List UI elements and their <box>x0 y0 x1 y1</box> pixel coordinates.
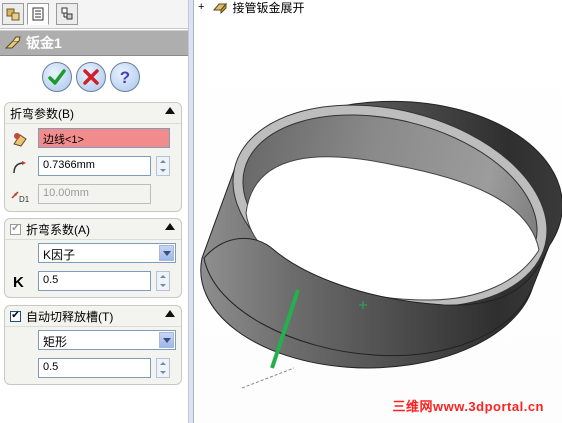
chevron-down-icon[interactable] <box>159 245 174 261</box>
relief-ratio-row: 0.5 <box>5 357 181 379</box>
fixed-edge-row: 边线<1> <box>5 127 181 149</box>
property-manager-panel: 钣金1 ? 折弯参数(B) 边线<1> 0.7366mm D1 10.00mm … <box>0 0 188 423</box>
configuration-manager-icon <box>61 7 73 20</box>
axis-triad-line <box>241 367 295 389</box>
bend-radius-row: 0.7366mm <box>5 155 181 177</box>
tab-bar <box>0 0 188 29</box>
feature-tree-icon <box>6 8 20 21</box>
dimension-d1-icon: D1 <box>9 185 31 205</box>
relief-type-row: 矩形 <box>5 329 181 351</box>
collapse-arrow-icon[interactable] <box>165 310 175 317</box>
sheet-metal-icon <box>4 36 21 49</box>
watermark-text: 三维网www.3dportal.cn <box>392 399 544 414</box>
fixed-edge-field[interactable]: 边线<1> <box>38 128 170 148</box>
tab-feature-tree[interactable] <box>2 3 24 25</box>
edge-select-icon <box>9 129 31 149</box>
k-factor-row: K 0.5 <box>5 270 181 292</box>
allowance-type-row: K因子 <box>5 242 181 264</box>
page-title: 钣金1 <box>26 35 62 51</box>
help-question-icon: ? <box>120 68 130 87</box>
bend-parameters-header[interactable]: 折弯参数(B) <box>5 103 181 124</box>
k-factor-input[interactable]: 0.5 <box>38 271 151 291</box>
disabled-dimension-field: 10.00mm <box>38 184 151 204</box>
bend-radius-input[interactable]: 0.7366mm <box>38 156 151 176</box>
graphics-viewport[interactable]: + 接管钣金展开 三维网www.3dportal.cn <box>194 0 562 423</box>
ok-button[interactable] <box>42 62 72 92</box>
allowance-type-value: K因子 <box>43 248 76 262</box>
bend-parameters-group: 折弯参数(B) 边线<1> 0.7366mm D1 10.00mm <box>4 102 182 212</box>
bend-radius-icon <box>9 157 31 177</box>
collapse-arrow-icon[interactable] <box>165 223 175 230</box>
bend-radius-spinner[interactable] <box>156 156 170 176</box>
help-button[interactable]: ? <box>110 62 140 92</box>
green-check-icon <box>48 69 66 85</box>
allowance-type-select[interactable]: K因子 <box>38 243 176 263</box>
auto-relief-checkbox[interactable]: ✔ <box>10 310 21 322</box>
bend-allowance-label: 折弯系数(A) <box>26 222 90 237</box>
relief-ratio-input[interactable]: 0.5 <box>38 358 151 378</box>
cancel-button[interactable] <box>76 62 106 92</box>
svg-text:?: ? <box>120 68 130 87</box>
bend-parameters-label: 折弯参数(B) <box>10 106 74 121</box>
bend-allowance-checkbox[interactable]: ✔ <box>10 223 21 235</box>
tab-configuration-manager[interactable] <box>56 3 78 25</box>
red-x-icon <box>83 69 99 85</box>
relief-type-select[interactable]: 矩形 <box>38 330 176 350</box>
chevron-down-icon[interactable] <box>159 332 174 348</box>
svg-text:D1: D1 <box>19 195 30 204</box>
property-manager-icon <box>32 7 44 21</box>
bend-allowance-header[interactable]: ✔ 折弯系数(A) <box>5 219 181 240</box>
auto-relief-header[interactable]: ✔ 自动切释放槽(T) <box>5 306 181 327</box>
sheet-metal-cylinder-model <box>200 100 562 389</box>
collapse-arrow-icon[interactable] <box>165 107 175 114</box>
auto-relief-group: ✔ 自动切释放槽(T) 矩形 0.5 <box>4 305 182 385</box>
bend-allowance-group: ✔ 折弯系数(A) K因子 K 0.5 <box>4 218 182 298</box>
relief-type-value: 矩形 <box>43 335 68 349</box>
feature-title-bar: 钣金1 <box>0 30 188 56</box>
auto-relief-label: 自动切释放槽(T) <box>26 309 114 324</box>
confirm-button-row: ? <box>42 62 140 92</box>
disabled-dimension-row: D1 10.00mm <box>5 183 181 205</box>
k-factor-label: K <box>13 273 24 291</box>
relief-ratio-spinner[interactable] <box>156 358 170 378</box>
k-factor-spinner[interactable] <box>156 271 170 291</box>
tab-property-manager[interactable] <box>27 3 49 25</box>
